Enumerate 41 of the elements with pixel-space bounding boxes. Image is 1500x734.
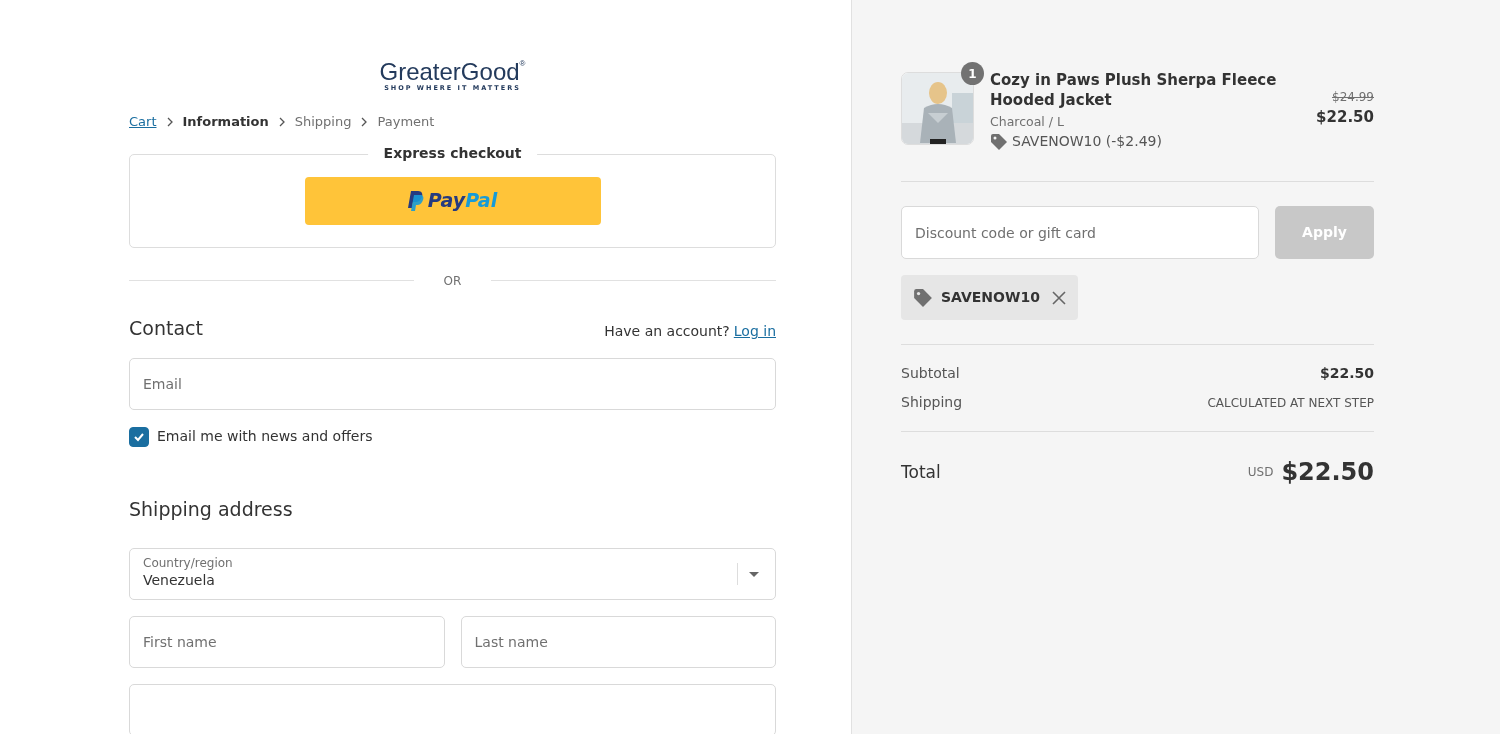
product-variant: Charcoal / L <box>990 112 1065 131</box>
breadcrumb-item: Payment <box>377 113 435 131</box>
tag-icon <box>990 132 1008 151</box>
summary-label: Subtotal <box>901 364 960 384</box>
close-icon[interactable] <box>1051 290 1066 305</box>
summary-label: Shipping <box>901 393 963 413</box>
account-prompt: Have an account? <box>604 322 730 341</box>
paypal-button[interactable]: PayPal <box>304 176 601 225</box>
total-amount: $22.50 <box>1281 457 1374 489</box>
original-price: $24.99 <box>1331 89 1374 106</box>
breadcrumb-item: Information <box>182 113 269 131</box>
paypal-wordmark[interactable]: PayPal <box>427 186 498 215</box>
address-field[interactable] <box>129 683 776 734</box>
summary-value: $22.50 <box>1319 364 1374 384</box>
total-label: Total <box>901 460 941 484</box>
breadcrumb-item: Shipping <box>294 113 352 131</box>
country-select[interactable]: Country/region Venezuela <box>129 547 776 600</box>
discount-code: SAVENOW10 <box>941 288 1040 308</box>
first-name-field[interactable]: First name <box>129 615 445 668</box>
section-heading: Contact <box>129 315 203 341</box>
newsletter-checkbox[interactable] <box>129 426 149 447</box>
product-price: $22.50 <box>1316 107 1374 128</box>
logo-wordmark[interactable]: GreaterGood® <box>379 60 526 84</box>
divider-label: OR <box>442 272 463 290</box>
tag-icon <box>913 287 933 308</box>
section-heading: Shipping address <box>129 497 294 522</box>
breadcrumb-item[interactable]: Cart <box>129 112 157 132</box>
quantity-badge: 1 <box>961 62 984 85</box>
summary-value: CALCULATED AT NEXT STEP <box>1207 394 1374 412</box>
product-name: Cozy in Paws Plush Sherpa Fleece Hooded Jacket <box>990 70 1278 111</box>
discount-label: SAVENOW10 (-$2.49) <box>1012 132 1162 152</box>
checkbox-label: Email me with news and offers <box>157 427 373 446</box>
paypal-icon <box>407 190 424 211</box>
login-link[interactable]: Log in <box>733 321 776 342</box>
last-name-field[interactable]: Last name <box>460 615 776 668</box>
email-field[interactable]: Email <box>129 358 776 410</box>
field-value: Venezuela <box>143 571 216 591</box>
dropdown-caret-icon <box>737 562 762 585</box>
currency-label: USD <box>1247 464 1274 482</box>
discount-field[interactable]: Discount code or gift card <box>901 206 1259 260</box>
field-label: Country/region <box>143 555 233 571</box>
